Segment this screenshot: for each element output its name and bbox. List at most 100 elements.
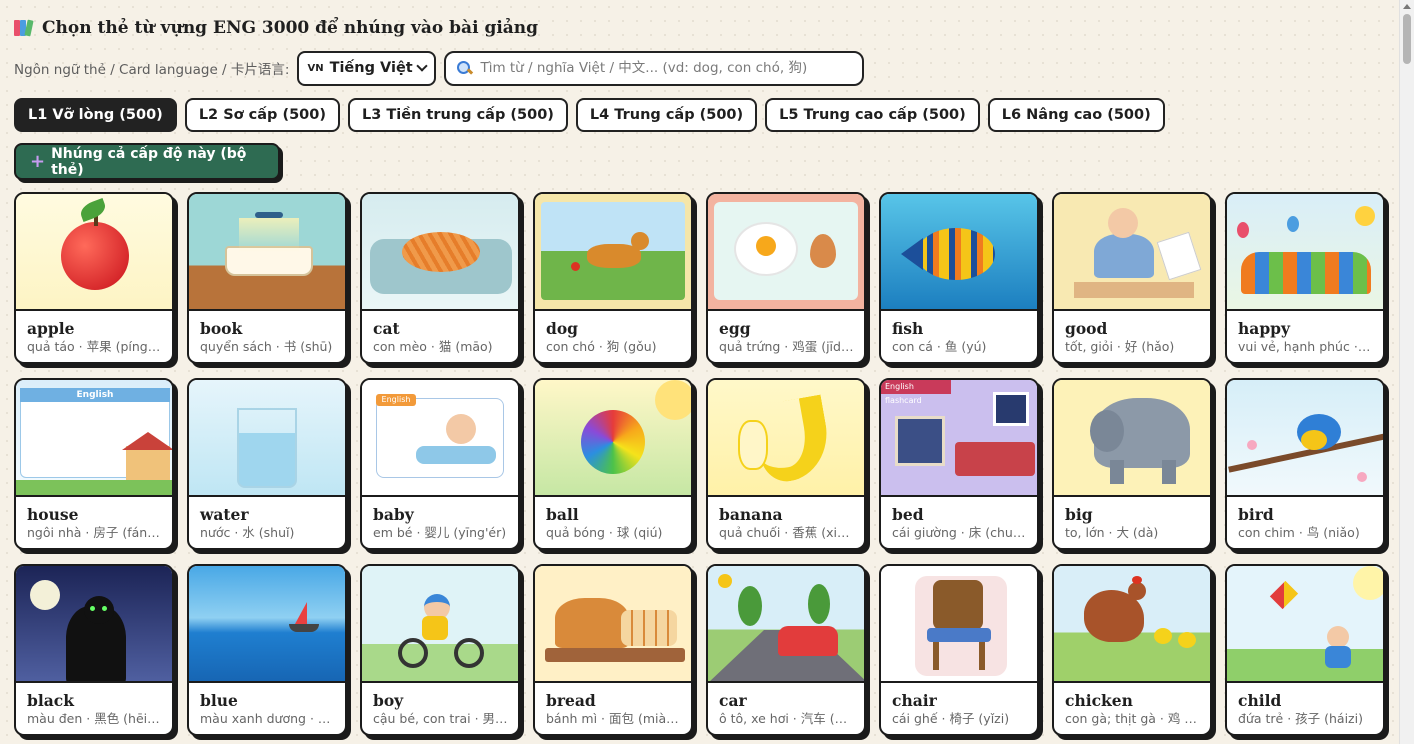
card-body: breadbánh mì · 面包 (miànbāo) [535, 683, 691, 728]
card-word: good [1065, 319, 1108, 338]
vocab-card-blue[interactable]: bluemàu xanh dương · 蓝色 (lánsè) [187, 564, 347, 736]
card-meaning: con gà; thịt gà · 鸡 (jī) [1065, 711, 1200, 726]
card-image-black [16, 566, 172, 683]
card-meaning: quả táo · 苹果 (píngguǒ) [27, 339, 162, 354]
card-image-boy [362, 566, 518, 683]
vocab-card-dog[interactable]: dog con chó · 狗 (gǒu) [533, 192, 693, 364]
level-tabs: L1 Vỡ lòng (500) L2 Sơ cấp (500) L3 Tiền t… [14, 98, 1386, 132]
page-scrollbar[interactable] [1399, 0, 1414, 744]
vocab-card-grid: apple quả táo · 苹果 (píngguǒ) book quyển sác… [14, 192, 1385, 736]
vocab-card-happy[interactable]: happy vui vẻ, hạnh phúc · 快乐 [1225, 192, 1385, 364]
card-body: big to, lớn · 大 (dà) [1054, 497, 1210, 542]
card-image-baby: English [362, 380, 518, 497]
plus-icon: + [30, 151, 46, 172]
card-word: banana [719, 505, 783, 524]
level-tab-4[interactable]: L4 Trung cấp (500) [575, 98, 758, 132]
card-body: egg quả trứng · 鸡蛋 (jīdàn) [708, 311, 864, 356]
card-word: chair [892, 691, 937, 710]
level-tab-5[interactable]: L5 Trung cao cấp (500) [765, 98, 980, 132]
card-meaning: màu xanh dương · 蓝色 (lánsè) [200, 711, 335, 726]
card-body: carô tô, xe hơi · 汽车 (qìchē) [708, 683, 864, 728]
card-meaning: đứa trẻ · 孩子 (háizi) [1238, 711, 1363, 726]
vocab-card-book[interactable]: book quyển sách · 书 (shū) [187, 192, 347, 364]
card-word: black [27, 691, 74, 710]
vocab-card-chicken[interactable]: chicken con gà; thịt gà · 鸡 (jī) [1052, 564, 1212, 736]
card-body: bluemàu xanh dương · 蓝色 (lánsè) [189, 683, 345, 728]
embed-level-button[interactable]: + Nhúng cả cấp độ này (bộ thẻ) [14, 143, 280, 180]
card-meaning: cái giường · 床 (chuáng) [892, 525, 1027, 540]
card-word: bird [1238, 505, 1274, 524]
card-meaning: cái ghế · 椅子 (yǐzi) [892, 711, 1010, 726]
card-word: baby [373, 505, 414, 524]
card-body: happy vui vẻ, hạnh phúc · 快乐 [1227, 311, 1383, 356]
language-select[interactable]: VN Tiếng Việt [297, 50, 437, 86]
search-input[interactable] [480, 60, 853, 76]
vocab-card-boy[interactable]: boycậu bé, con trai · 男孩 (nánhái) [360, 564, 520, 736]
vocab-card-bird[interactable]: bird con chim · 鸟 (niǎo) [1225, 378, 1385, 550]
vocab-card-bread[interactable]: breadbánh mì · 面包 (miànbāo) [533, 564, 693, 736]
vocab-card-baby[interactable]: English baby em bé · 婴儿 (yīng'ér) [360, 378, 520, 550]
language-label: Ngôn ngữ thẻ / Card language / 卡片语言: [14, 62, 290, 78]
vocab-card-big[interactable]: big to, lớn · 大 (dà) [1052, 378, 1212, 550]
card-body: ball quả bóng · 球 (qiú) [535, 497, 691, 542]
level-tab-3[interactable]: L3 Tiền trung cấp (500) [347, 98, 568, 132]
vocab-card-banana[interactable]: bananaquả chuối · 香蕉 (xiāngjiāo) [706, 378, 866, 550]
card-image-house: English [16, 380, 172, 497]
vocab-card-ball[interactable]: ball quả bóng · 球 (qiú) [533, 378, 693, 550]
card-meaning: quyển sách · 书 (shū) [200, 339, 333, 354]
card-meaning: màu đen · 黑色 (hēisè) [27, 711, 162, 726]
card-image-bed: English flashcard [881, 380, 1037, 497]
vocab-card-chair[interactable]: chair cái ghế · 椅子 (yǐzi) [879, 564, 1039, 736]
card-body: book quyển sách · 书 (shū) [189, 311, 345, 356]
image-label: English flashcard [881, 380, 951, 405]
card-image-happy [1227, 194, 1383, 311]
page-title: Chọn thẻ từ vựng ENG 3000 để nhúng vào b… [42, 18, 539, 38]
card-word: car [719, 691, 747, 710]
level-tab-6[interactable]: L6 Nâng cao (500) [987, 98, 1165, 132]
card-image-chair [881, 566, 1037, 683]
card-word: egg [719, 319, 751, 338]
card-image-car [708, 566, 864, 683]
vocab-card-child[interactable]: child đứa trẻ · 孩子 (háizi) [1225, 564, 1385, 736]
card-word: boy [373, 691, 404, 710]
vocab-card-black[interactable]: black màu đen · 黑色 (hēisè) [14, 564, 174, 736]
card-image-ball [535, 380, 691, 497]
vocab-card-bed[interactable]: English flashcard bed cái giường · 床 (chuá… [879, 378, 1039, 550]
card-body: baby em bé · 婴儿 (yīng'ér) [362, 497, 518, 542]
scroll-up-arrow-icon[interactable] [1403, 4, 1411, 9]
card-meaning: con chó · 狗 (gǒu) [546, 339, 657, 354]
vocab-card-good[interactable]: good tốt, giỏi · 好 (hǎo) [1052, 192, 1212, 364]
card-image-good [1054, 194, 1210, 311]
scroll-thumb[interactable] [1403, 14, 1411, 64]
card-image-water [189, 380, 345, 497]
card-body: bed cái giường · 床 (chuáng) [881, 497, 1037, 542]
card-body: apple quả táo · 苹果 (píngguǒ) [16, 311, 172, 356]
vocab-card-water[interactable]: water nước · 水 (shuǐ) [187, 378, 347, 550]
card-body: boycậu bé, con trai · 男孩 (nánhái) [362, 683, 518, 728]
page: Chọn thẻ từ vựng ENG 3000 để nhúng vào b… [14, 14, 1386, 736]
books-icon [14, 18, 34, 38]
card-meaning: ô tô, xe hơi · 汽车 (qìchē) [719, 711, 854, 726]
card-image-dog [535, 194, 691, 311]
vn-flag-icon: VN [307, 62, 324, 74]
header: Chọn thẻ từ vựng ENG 3000 để nhúng vào b… [14, 14, 1386, 42]
card-body: black màu đen · 黑色 (hēisè) [16, 683, 172, 728]
level-tab-1[interactable]: L1 Vỡ lòng (500) [14, 98, 177, 132]
level-tab-2[interactable]: L2 Sơ cấp (500) [184, 98, 340, 132]
card-image-book [189, 194, 345, 311]
card-body: bird con chim · 鸟 (niǎo) [1227, 497, 1383, 542]
card-body: water nước · 水 (shuǐ) [189, 497, 345, 542]
card-word: ball [546, 505, 579, 524]
vocab-card-egg[interactable]: egg quả trứng · 鸡蛋 (jīdàn) [706, 192, 866, 364]
embed-level-label: Nhúng cả cấp độ này (bộ thẻ) [51, 145, 247, 178]
card-meaning: quả trứng · 鸡蛋 (jīdàn) [719, 339, 854, 354]
vocab-card-car[interactable]: carô tô, xe hơi · 汽车 (qìchē) [706, 564, 866, 736]
vocab-card-fish[interactable]: fish con cá · 鱼 (yú) [879, 192, 1039, 364]
vocab-card-apple[interactable]: apple quả táo · 苹果 (píngguǒ) [14, 192, 174, 364]
vocab-card-house[interactable]: English house ngôi nhà · 房子 (fángzi) [14, 378, 174, 550]
search-box [444, 50, 865, 86]
card-meaning: em bé · 婴儿 (yīng'ér) [373, 525, 507, 540]
card-body: chicken con gà; thịt gà · 鸡 (jī) [1054, 683, 1210, 728]
card-word: bed [892, 505, 924, 524]
vocab-card-cat[interactable]: cat con mèo · 猫 (māo) [360, 192, 520, 364]
